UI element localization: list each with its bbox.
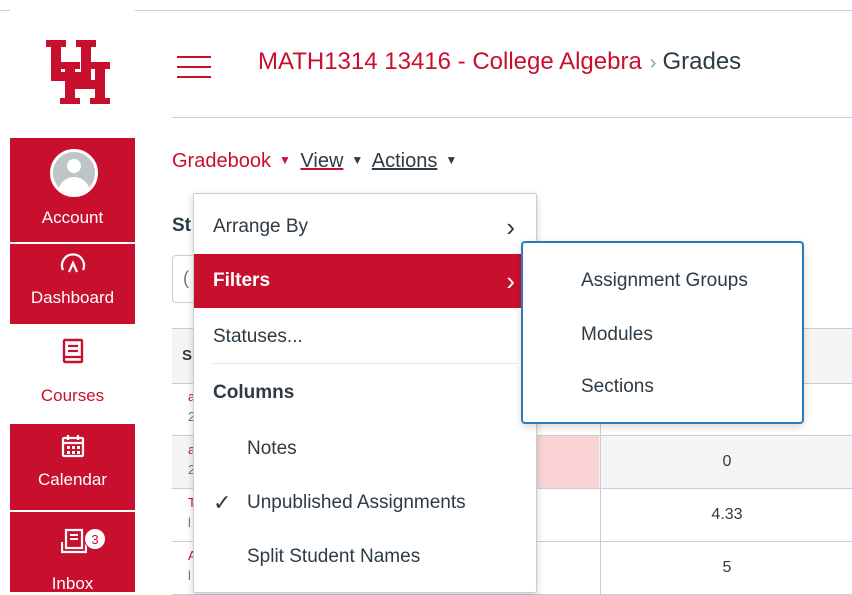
menu-item-label: Filters: [213, 270, 271, 291]
student-meta: l: [188, 568, 191, 583]
inbox-unread-badge: 3: [84, 528, 106, 550]
actions-menu-button[interactable]: Actions: [372, 150, 438, 172]
grade-cell[interactable]: 4.33: [600, 489, 852, 541]
menu-item-arrange-by[interactable]: Arrange By ›: [194, 200, 536, 254]
submenu-item-label: Modules: [581, 324, 653, 345]
menu-item-unpublished-assignments[interactable]: ✓ Unpublished Assignments: [194, 476, 536, 530]
hamburger-menu-icon[interactable]: [177, 56, 211, 78]
student-meta: l: [188, 515, 191, 530]
nav-courses-label: Courses: [40, 386, 105, 405]
chevron-right-icon: ›: [506, 266, 515, 296]
user-avatar-icon: [50, 149, 98, 197]
nav-inbox[interactable]: 3 Inbox: [10, 512, 135, 593]
nav-inbox-label: Inbox: [51, 574, 94, 593]
view-dropdown-menu: Arrange By › Filters › Statuses... Colum…: [193, 193, 537, 593]
nav-courses[interactable]: Courses: [10, 326, 135, 422]
gradebook-caret-icon: ▼: [278, 153, 291, 167]
breadcrumb-course-link[interactable]: MATH1314 13416 - College Algebra: [258, 48, 642, 75]
menu-item-split-student-names[interactable]: Split Student Names: [194, 530, 536, 584]
nav-account-label: Account: [41, 208, 104, 227]
submenu-item-sections[interactable]: Sections: [523, 361, 802, 413]
chevron-right-icon: ›: [506, 212, 515, 242]
menu-item-label: Statuses...: [213, 326, 303, 347]
menu-item-label: Unpublished Assignments: [247, 492, 466, 513]
submenu-item-assignment-groups[interactable]: Assignment Groups: [523, 255, 802, 307]
nav-account[interactable]: Account: [10, 138, 135, 242]
search-input-fragment: (: [183, 268, 189, 288]
submenu-item-label: Assignment Groups: [581, 270, 748, 291]
page-heading-fragment: St: [172, 215, 191, 236]
filters-submenu: Assignment Groups Modules Sections: [521, 241, 804, 424]
inbox-icon: [61, 528, 87, 554]
actions-caret-icon: ▼: [445, 153, 458, 167]
view-menu-button[interactable]: View: [300, 150, 343, 172]
grade-cell[interactable]: 5: [600, 542, 852, 594]
menu-item-label: Notes: [247, 438, 297, 459]
view-caret-icon: ▼: [351, 153, 364, 167]
menu-item-statuses[interactable]: Statuses...: [194, 310, 536, 364]
submenu-item-modules[interactable]: Modules: [523, 309, 802, 361]
menu-item-label: Split Student Names: [247, 546, 421, 567]
menu-divider: [213, 363, 517, 364]
grid-header-fragment: S: [182, 347, 193, 364]
checkmark-icon: ✓: [213, 490, 232, 515]
nav-dashboard-label: Dashboard: [30, 288, 115, 307]
missing-highlight-cell[interactable]: [537, 436, 599, 488]
calendar-icon: [61, 435, 85, 458]
menu-group-columns: Columns: [213, 382, 295, 403]
speedometer-icon: [60, 253, 86, 273]
university-logo[interactable]: [42, 38, 114, 106]
header-divider: [172, 117, 852, 118]
global-navigation: Account Dashboard Courses Calendar 3 Inb…: [10, 0, 135, 593]
gradebook-menu-bar: Gradebook ▼ View ▼ Actions ▼: [172, 150, 461, 173]
breadcrumb: MATH1314 13416 - College Algebra › Grades: [258, 48, 741, 76]
nav-calendar[interactable]: Calendar: [10, 424, 135, 510]
nav-dashboard[interactable]: Dashboard: [10, 244, 135, 324]
menu-item-filters[interactable]: Filters ›: [194, 254, 536, 308]
menu-item-notes[interactable]: Notes: [194, 422, 536, 476]
grade-cell[interactable]: 0: [600, 436, 852, 488]
menu-item-label: Arrange By: [213, 216, 309, 237]
breadcrumb-current: Grades: [662, 48, 742, 75]
book-icon: [62, 338, 84, 364]
submenu-item-label: Sections: [581, 376, 654, 397]
nav-calendar-label: Calendar: [38, 470, 107, 489]
breadcrumb-separator-icon: ›: [649, 52, 657, 74]
gradebook-menu-button[interactable]: Gradebook: [172, 150, 271, 172]
